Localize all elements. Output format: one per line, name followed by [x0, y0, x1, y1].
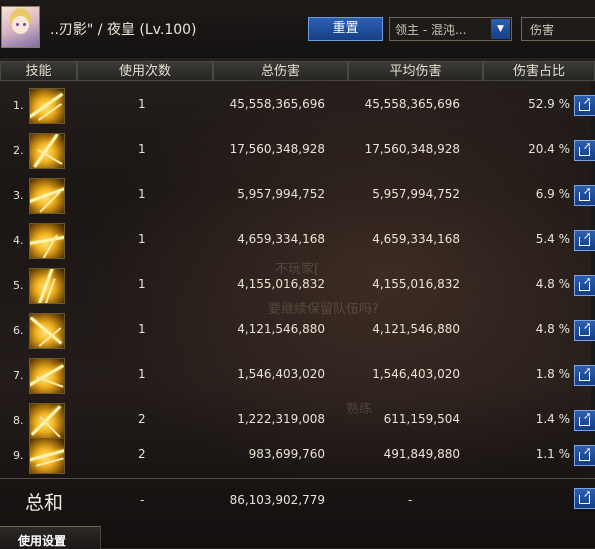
row-total-damage: 17,560,348,928: [229, 142, 325, 156]
table-header: 技能 使用次数 总伤害 平均伤害 伤害占比: [0, 61, 595, 81]
summary-average-damage: -: [408, 493, 413, 507]
tab-label: 使用设置: [18, 534, 67, 548]
table-row: 1. 1 45,558,365,696 45,558,365,696 52.9 …: [0, 82, 595, 128]
table-row: 5. 1 4,155,016,832 4,155,016,832 4.8 % ➚: [0, 262, 595, 308]
column-header-damage-share: 伤害占比: [483, 61, 595, 81]
row-total-damage: 1,222,319,008: [237, 412, 325, 426]
row-damage-share: 1.4 %: [535, 412, 570, 426]
row-rank: 5.: [13, 279, 24, 292]
column-header-average-damage: 平均伤害: [348, 61, 483, 81]
row-average-damage: 611,159,504: [383, 412, 460, 426]
row-average-damage: 45,558,365,696: [364, 97, 460, 111]
tab-usage-settings[interactable]: 使用设置: [0, 526, 101, 549]
row-rank: 4.: [13, 234, 24, 247]
row-average-damage: 4,121,546,880: [372, 322, 460, 336]
row-uses: 1: [138, 187, 146, 201]
table-row: 2. 1 17,560,348,928 17,560,348,928 20.4 …: [0, 127, 595, 173]
row-uses: 1: [138, 322, 146, 336]
share-icon[interactable]: ➚: [574, 445, 595, 466]
row-uses: 1: [138, 367, 146, 381]
row-rank: 3.: [13, 189, 24, 202]
divider: [0, 478, 595, 479]
row-total-damage: 45,558,365,696: [229, 97, 325, 111]
row-damage-share: 5.4 %: [535, 232, 570, 246]
chevron-down-icon[interactable]: ▼: [491, 19, 510, 39]
row-damage-share: 1.1 %: [535, 447, 570, 461]
row-damage-share: 4.8 %: [535, 277, 570, 291]
row-total-damage: 983,699,760: [248, 447, 325, 461]
row-average-damage: 5,957,994,752: [372, 187, 460, 201]
share-icon[interactable]: ➚: [574, 488, 595, 509]
row-total-damage: 4,121,546,880: [237, 322, 325, 336]
share-icon[interactable]: ➚: [574, 95, 595, 116]
share-icon[interactable]: ➚: [574, 320, 595, 341]
reset-button[interactable]: 重置: [308, 17, 383, 41]
share-icon[interactable]: ➚: [574, 185, 595, 206]
row-rank: 7.: [13, 369, 24, 382]
skill-icon: [29, 223, 65, 259]
metric-selector-value: 伤害: [530, 23, 555, 37]
row-total-damage: 4,659,334,168: [237, 232, 325, 246]
row-damage-share: 6.9 %: [535, 187, 570, 201]
summary-label: 总和: [25, 492, 64, 514]
row-uses: 2: [138, 412, 146, 426]
table-row: 4. 1 4,659,334,168 4,659,334,168 5.4 % ➚: [0, 217, 595, 263]
column-header-total-damage: 总伤害: [213, 61, 348, 81]
summary-total-damage: 86,103,902,779: [229, 493, 325, 507]
share-icon[interactable]: ➚: [574, 140, 595, 161]
table-row: 3. 1 5,957,994,752 5,957,994,752 6.9 % ➚: [0, 172, 595, 218]
row-rank: 6.: [13, 324, 24, 337]
column-header-skill: 技能: [0, 61, 77, 81]
skill-icon: [29, 178, 65, 214]
skill-icon: [29, 133, 65, 169]
target-dropdown[interactable]: 领主 - 混沌... ▼: [389, 17, 512, 41]
row-damage-share: 52.9 %: [528, 97, 570, 111]
metric-selector[interactable]: 伤害: [521, 17, 595, 41]
skill-icon: [29, 358, 65, 394]
table-row: 6. 1 4,121,546,880 4,121,546,880 4.8 % ➚: [0, 307, 595, 353]
table-row: 7. 1 1,546,403,020 1,546,403,020 1.8 % ➚: [0, 352, 595, 398]
share-icon[interactable]: ➚: [574, 275, 595, 296]
row-uses: 1: [138, 277, 146, 291]
share-icon[interactable]: ➚: [574, 410, 595, 431]
column-header-uses: 使用次数: [77, 61, 213, 81]
row-average-damage: 4,659,334,168: [372, 232, 460, 246]
row-rank: 9.: [13, 449, 24, 462]
row-uses: 1: [138, 97, 146, 111]
share-icon[interactable]: ➚: [574, 365, 595, 386]
character-avatar: [1, 6, 40, 48]
row-damage-share: 4.8 %: [535, 322, 570, 336]
row-damage-share: 1.8 %: [535, 367, 570, 381]
row-uses: 1: [138, 232, 146, 246]
share-icon[interactable]: ➚: [574, 230, 595, 251]
row-average-damage: 491,849,880: [383, 447, 460, 461]
row-average-damage: 4,155,016,832: [372, 277, 460, 291]
row-uses: 2: [138, 447, 146, 461]
row-rank: 1.: [13, 99, 24, 112]
row-total-damage: 4,155,016,832: [237, 277, 325, 291]
row-damage-share: 20.4 %: [528, 142, 570, 156]
skill-icon: [29, 88, 65, 124]
skill-icon: [29, 268, 65, 304]
row-rank: 2.: [13, 144, 24, 157]
window-header: ..刃影" / 夜皇 (Lv.100) 重置 领主 - 混沌... ▼ 伤害: [0, 0, 595, 58]
row-rank: 8.: [13, 414, 24, 427]
character-name: ..刃影" / 夜皇 (Lv.100): [50, 22, 197, 38]
row-total-damage: 1,546,403,020: [237, 367, 325, 381]
row-uses: 1: [138, 142, 146, 156]
skill-icon: [29, 438, 65, 474]
summary-uses: -: [140, 493, 145, 507]
table-row: 9. 2 983,699,760 491,849,880 1.1 % ➚: [0, 432, 595, 478]
row-total-damage: 5,957,994,752: [237, 187, 325, 201]
skill-icon: [29, 313, 65, 349]
target-dropdown-value: 领主 - 混沌...: [395, 23, 467, 37]
row-average-damage: 17,560,348,928: [364, 142, 460, 156]
row-average-damage: 1,546,403,020: [372, 367, 460, 381]
